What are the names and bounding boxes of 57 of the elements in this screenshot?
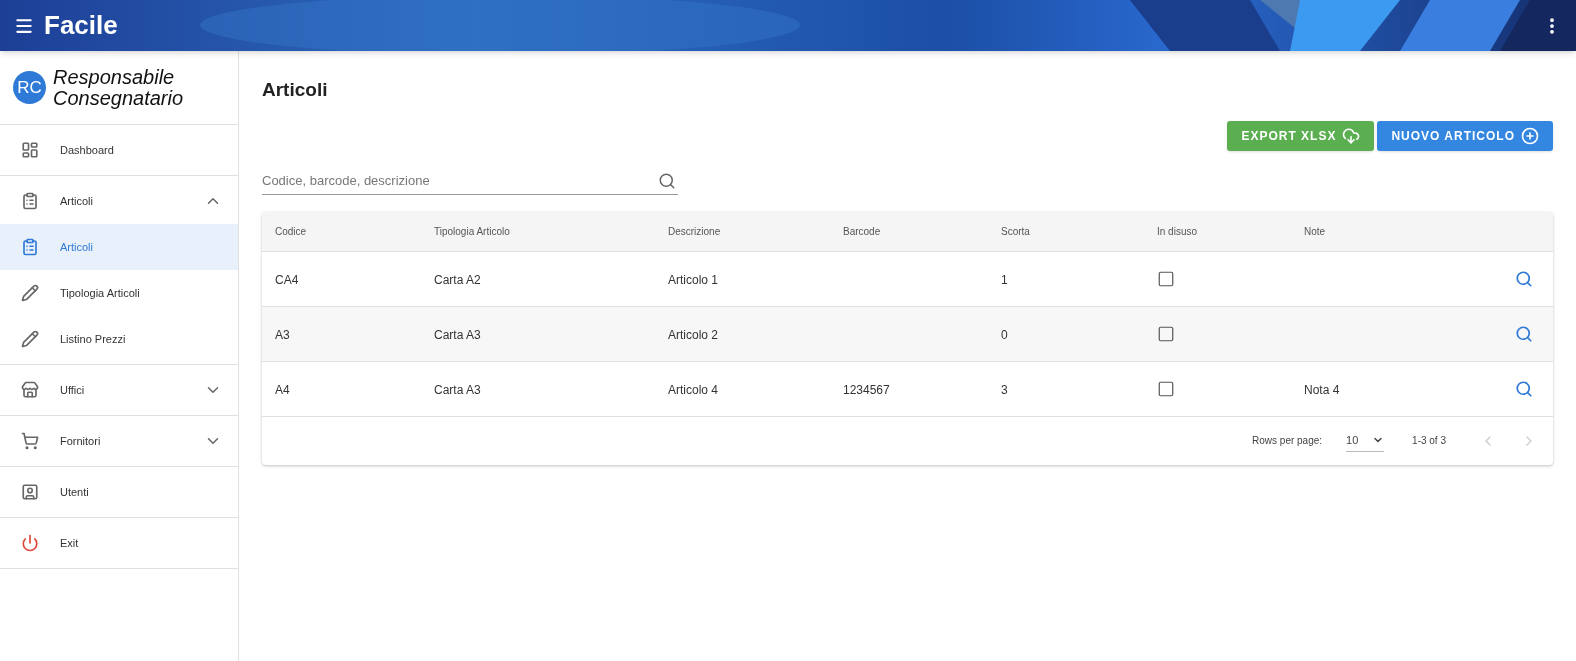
sidebar-item[interactable]: Utenti (0, 469, 238, 515)
table-cell: 1234567 (843, 382, 890, 397)
store-icon (21, 381, 39, 399)
checkbox[interactable] (1157, 269, 1175, 288)
search-icon[interactable] (1515, 269, 1533, 288)
column-header: Scorta (1001, 224, 1030, 239)
sidebar-item[interactable]: Uffici (0, 367, 238, 413)
table-cell: Nota 4 (1304, 382, 1340, 397)
rows-per-page-select[interactable]: 10 (1346, 429, 1385, 452)
table-cell: 1 (1001, 272, 1008, 287)
column-header: In disuso (1157, 224, 1198, 239)
column-header: Codice (275, 224, 307, 239)
pencil-icon (21, 284, 39, 302)
rows-per-page-label: Rows per page: (1252, 434, 1323, 448)
table-cell: Articolo 1 (668, 272, 719, 287)
table-cell: 3 (1001, 382, 1008, 397)
sidebar-item[interactable]: Articoli (0, 224, 238, 270)
table-cell: Articolo 2 (668, 327, 719, 342)
table-cell: CA4 (275, 272, 299, 287)
brand-avatar: RC (13, 71, 46, 104)
new-item-button[interactable]: NUOVO ARTICOLO (1377, 120, 1553, 151)
plus-circle-icon (1521, 126, 1539, 145)
pencil-icon (21, 330, 39, 348)
search-icon[interactable] (658, 171, 676, 190)
table-cell: A4 (275, 382, 290, 397)
table-cell: Carta A3 (434, 327, 481, 342)
sidebar-item[interactable]: Tipologia Articoli (0, 270, 238, 316)
cloud-download-icon (1342, 126, 1361, 145)
table-cell: Articolo 4 (668, 382, 719, 397)
app-title: Facile (44, 9, 118, 42)
cart-icon (21, 432, 39, 450)
sidebar-item[interactable]: Listino Prezzi (0, 316, 238, 362)
brand-name: Responsabile Consegnatario (53, 66, 185, 109)
sidebar-item[interactable]: Dashboard (0, 127, 238, 173)
column-header: Note (1304, 224, 1326, 239)
page-title: Articoli (262, 78, 328, 102)
search-field[interactable]: Codice, barcode, descrizione (262, 166, 678, 195)
checkbox[interactable] (1157, 379, 1175, 398)
user-card-icon (21, 483, 39, 501)
dashboard-icon (21, 141, 39, 159)
table-cell: A3 (275, 327, 290, 342)
power-icon (21, 534, 39, 552)
search-icon[interactable] (1515, 324, 1533, 343)
clipboard-icon (21, 238, 39, 256)
checkbox[interactable] (1157, 324, 1175, 343)
sidebar-item[interactable]: Exit (0, 520, 238, 566)
column-header: Barcode (843, 224, 881, 239)
sidebar-item[interactable]: Articoli (0, 178, 238, 224)
column-header: Descrizione (668, 224, 721, 239)
table-cell: Carta A2 (434, 272, 481, 287)
search-icon[interactable] (1515, 379, 1533, 398)
column-header: Tipologia Articolo (434, 224, 510, 239)
sidebar-item[interactable]: Fornitori (0, 418, 238, 464)
page-range: 1-3 of 3 (1412, 434, 1446, 448)
table-cell: Carta A3 (434, 382, 481, 397)
table-cell: 0 (1001, 327, 1008, 342)
clipboard-icon (21, 192, 39, 210)
